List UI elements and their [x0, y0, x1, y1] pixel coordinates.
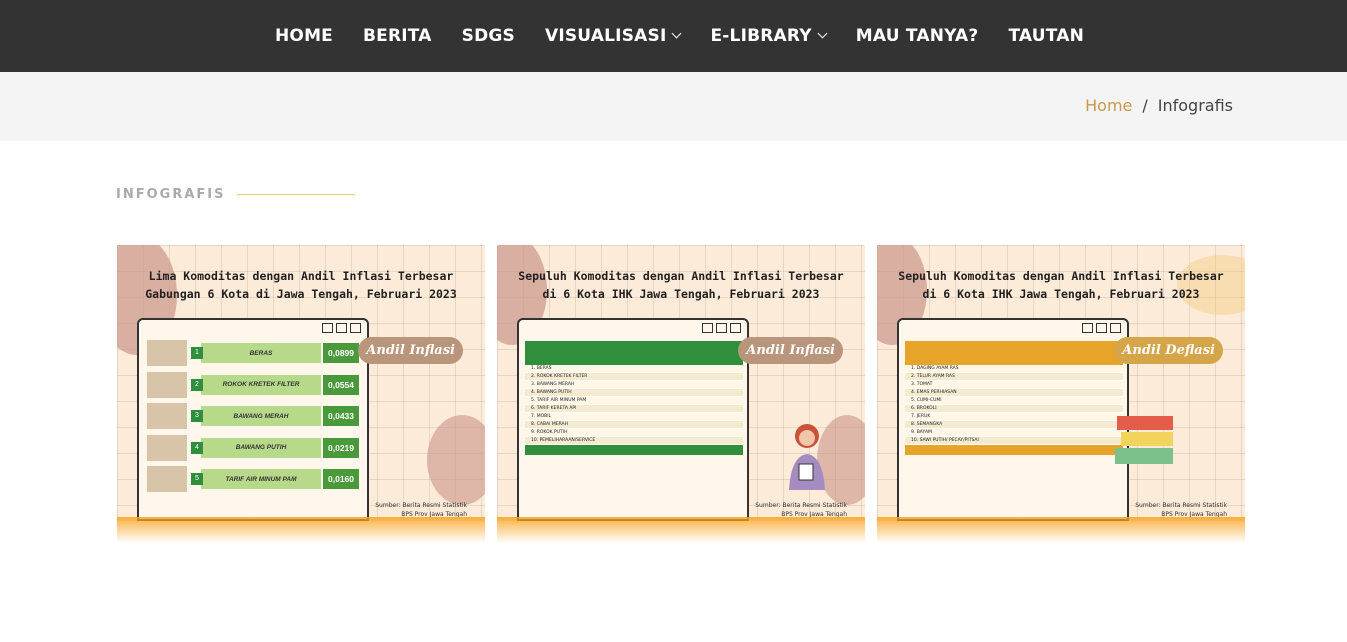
nav-item-sdgs[interactable]: SDGS [447, 26, 530, 46]
infographic-title: Sepuluh Komoditas dengan Andil Inflasi T… [518, 269, 844, 301]
table-row: 10. PEMELIHARAAN/SERVICE [525, 437, 743, 445]
commodity-value: 0,0554 [323, 374, 359, 395]
table-row: 3. BAWANG MERAH [525, 381, 743, 389]
card-shadow [877, 517, 1245, 543]
commodity-table: 1. BERAS 2. ROKOK KRETEK FILTER 3. BAWANG … [525, 341, 743, 455]
table-header [525, 341, 743, 365]
commodity-row: 5 TARIF AIR MINUM PAM 0,0160 [147, 466, 359, 492]
infographic-thumbnail[interactable]: Sepuluh Komoditas dengan Andil Inflasi T… [877, 245, 1245, 521]
commodity-name: ROKOK KRETEK FILTER [201, 374, 321, 395]
nav-item-label: BERITA [363, 26, 432, 46]
commodity-row: 2 ROKOK KRETEK FILTER 0,0554 [147, 371, 359, 398]
breadcrumb-current: Infografis [1157, 96, 1233, 115]
section-title-underline [237, 194, 356, 195]
commodity-row: 3 BAWANG MERAH 0,0433 [147, 403, 359, 429]
commodity-name: BAWANG PUTIH [201, 437, 321, 458]
table-row: 2. TELUR AYAM RAS [905, 373, 1123, 381]
commodity-photo [147, 340, 187, 366]
commodity-value: 0,0899 [323, 343, 359, 363]
nav-item-label: MAU TANYA? [855, 26, 979, 46]
table-row: 3. TOMAT [905, 381, 1123, 389]
infographic-card-1[interactable]: Lima Komoditas dengan Andil Inflasi Terb… [117, 245, 485, 543]
table-row: 7. MOBIL [525, 413, 743, 421]
table-row: 2. ROKOK KRETEK FILTER [525, 373, 743, 381]
nav-item-visualisasi[interactable]: VISUALISASI [530, 26, 696, 46]
table-row: 5. CUMI-CUMI [905, 397, 1123, 405]
commodity-row: 1 BERAS 0,0899 [147, 340, 359, 366]
nav-item-berita[interactable]: BERITA [348, 26, 447, 46]
infographic-thumbnail[interactable]: Sepuluh Komoditas dengan Andil Inflasi T… [497, 245, 865, 521]
section-heading: INFOGRAFIS [116, 187, 356, 202]
table-row: 7. JERUK [905, 413, 1123, 421]
infographic-thumbnail[interactable]: Lima Komoditas dengan Andil Inflasi Terb… [117, 245, 485, 521]
nav-item-tautan[interactable]: TAUTAN [993, 26, 1099, 46]
table-row: 8. SEMANGKA [905, 421, 1123, 429]
table-row: 10. SAWI PUTIH/ PECAY/PITSAI [905, 437, 1123, 445]
commodity-table: 1. DAGING AYAM RAS 2. TELUR AYAM RAS 3. TO… [905, 341, 1123, 455]
nav-menu: HOME BERITA SDGS VISUALISASI E-LIBRARY MAU TA… [260, 26, 1099, 46]
infographic-card-2[interactable]: Sepuluh Komoditas dengan Andil Inflasi T… [497, 245, 865, 543]
commodity-name: BAWANG MERAH [201, 406, 321, 426]
nav-item-e-library[interactable]: E-LIBRARY [695, 26, 840, 46]
table-row: 8. CABAI MERAH [525, 421, 743, 429]
breadcrumb-home-link[interactable]: Home [1085, 96, 1132, 115]
nav-item-label: SDGS [461, 26, 515, 46]
breadcrumb-separator: / [1142, 96, 1148, 115]
commodity-row: 4 BAWANG PUTIH 0,0219 [147, 434, 359, 461]
infographic-card-3[interactable]: Sepuluh Komoditas dengan Andil Inflasi T… [877, 245, 1245, 543]
infographic-title: Sepuluh Komoditas dengan Andil Inflasi T… [898, 269, 1224, 301]
rank-badge: 4 [191, 441, 203, 454]
top-navbar: HOME BERITA SDGS VISUALISASI E-LIBRARY MAU TA… [0, 0, 1347, 72]
breadcrumb: Home / Infografis [1085, 96, 1233, 115]
nav-item-home[interactable]: HOME [260, 26, 348, 46]
infographic-title: Lima Komoditas dengan Andil Inflasi Terb… [145, 269, 457, 301]
commodity-photo [147, 434, 187, 461]
books-illustration-icon [1113, 410, 1177, 472]
commodity-photo [147, 466, 187, 492]
table-header [905, 341, 1123, 365]
commodity-bar-list: 1 BERAS 0,0899 2 ROKOK KRETEK FILTER 0,0554 3 B… [147, 340, 359, 498]
table-footer [525, 445, 743, 455]
table-row: 5. TARIF AIR MINUM PAM [525, 397, 743, 405]
table-row: 4. EMAS PERHIASAN [905, 389, 1123, 397]
table-row: 9. ROKOK PUTIH [525, 429, 743, 437]
andil-label: Andil Deflasi [1114, 337, 1223, 364]
nav-item-label: TAUTAN [1008, 26, 1085, 46]
commodity-value: 0,0219 [323, 437, 359, 458]
section-title: INFOGRAFIS [116, 187, 226, 202]
nav-item-label: E-LIBRARY [710, 26, 812, 46]
table-footer [905, 445, 1123, 455]
table-row: 6. TARIF KERETA API [525, 405, 743, 413]
commodity-value: 0,0160 [323, 469, 359, 489]
card-shadow [497, 517, 865, 543]
commodity-name: TARIF AIR MINUM PAM [201, 469, 321, 489]
card-shadow [117, 517, 485, 543]
commodity-photo [147, 371, 187, 398]
andil-label: Andil Inflasi [738, 337, 843, 364]
nav-item-mau-tanya[interactable]: MAU TANYA? [841, 26, 994, 46]
chevron-down-icon [672, 28, 682, 39]
breadcrumb-bar: Home / Infografis [0, 72, 1347, 141]
table-row: 1. DAGING AYAM RAS [905, 365, 1123, 373]
table-row: 6. BROKOLI [905, 405, 1123, 413]
nav-item-label: HOME [274, 26, 333, 46]
andil-label: Andil Inflasi [358, 337, 463, 364]
nav-item-label: VISUALISASI [544, 26, 667, 46]
commodity-name: BERAS [201, 343, 321, 363]
person-illustration-icon [779, 420, 835, 490]
chevron-down-icon [817, 28, 828, 39]
rank-badge: 1 [191, 347, 203, 359]
table-row: 9. BAYAM [905, 429, 1123, 437]
rank-badge: 2 [191, 378, 203, 391]
commodity-photo [147, 403, 187, 429]
table-row: 1. BERAS [525, 365, 743, 373]
table-row: 4. BAWANG PUTIH [525, 389, 743, 397]
rank-badge: 5 [191, 473, 203, 485]
rank-badge: 3 [191, 410, 203, 422]
commodity-value: 0,0433 [323, 406, 359, 426]
